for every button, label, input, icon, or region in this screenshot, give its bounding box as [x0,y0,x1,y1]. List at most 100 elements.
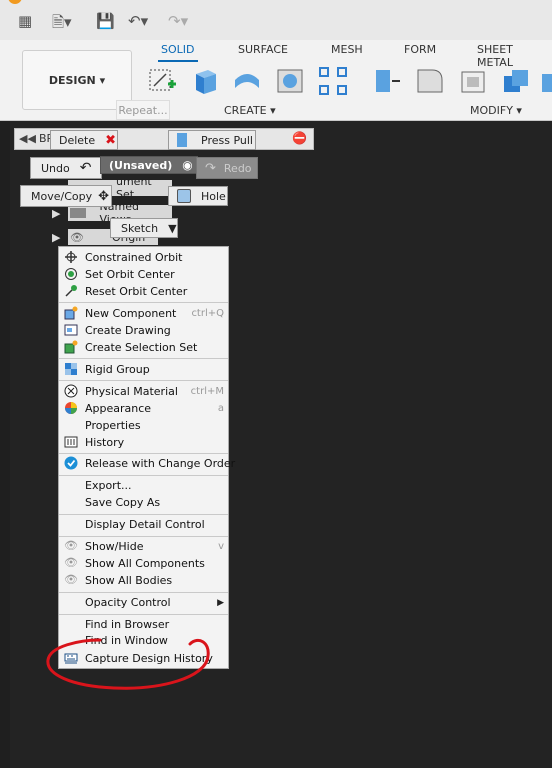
redo-label: Redo [223,161,252,175]
menu-item-new-component[interactable]: New Component ctrl+Q [59,305,228,322]
create-sketch-icon[interactable] [148,66,178,96]
sketch-button[interactable]: Sketch ▼ [110,218,178,238]
move-arrows-icon: ✥ [98,188,110,204]
move-copy-label: Move/Copy [31,189,93,203]
tab-active-indicator [158,60,198,62]
menu-item-physical-material[interactable]: Physical Material ctrl+M [59,383,228,400]
tab-mesh[interactable]: MESH [331,43,363,56]
hole-icon[interactable] [275,66,305,96]
file-icon[interactable]: 🗎▾ [52,12,72,37]
redo-icon[interactable]: ↷▾ [168,12,188,30]
pattern-icon[interactable] [318,66,348,96]
hole-label: Hole [201,189,226,203]
menu-item-label: Show All Bodies [85,574,173,587]
menu-item-constrained-orbit[interactable]: Constrained Orbit [59,249,228,266]
menu-item-label: Constrained Orbit [85,251,183,264]
undo-icon[interactable]: ↶▾ [128,12,148,30]
menu-item-history[interactable]: History [59,434,228,451]
press-pull-button[interactable]: Press Pull [168,130,256,150]
menu-separator [59,380,228,381]
menu-item-reset-orbit-center[interactable]: Reset Orbit Center [59,283,228,300]
menu-item-label: Display Detail Control [85,518,205,531]
menu-item-label: Show All Components [85,557,205,570]
menu-item-label: Appearance [85,402,152,415]
expand-arrow-icon[interactable]: ▶ [52,231,60,244]
eye-icon: 👁 [64,556,78,569]
undo-arrow-icon: ↶ [79,160,92,176]
menu-item-show-all-components[interactable]: 👁 Show All Components [59,555,228,572]
chevron-down-icon: ▼ [168,221,177,235]
folder-icon [70,208,86,218]
reset-orbit-icon [65,285,77,297]
create-group-label: CREATE [224,104,267,117]
drawing-icon [64,324,78,336]
press-pull-icon [177,133,187,147]
menu-item-opacity-control[interactable]: Opacity Control ▶ [59,594,228,611]
undo-button[interactable]: Undo ↶ [30,157,102,179]
menu-item-label: Show/Hide [85,540,144,553]
sketch-label: Sketch [121,221,159,235]
menu-item-label: Create Selection Set [85,341,198,354]
delete-button[interactable]: Delete ✖ [50,130,118,150]
tab-surface[interactable]: SURFACE [238,43,288,56]
history-icon [64,436,78,448]
menu-item-shortcut: ctrl+Q [191,308,224,319]
chevron-right-icon: ▶ [217,597,224,608]
red-annotation-circle [46,638,210,690]
menu-item-export[interactable]: Export... [59,477,228,494]
menu-item-label: Release with Change Order [85,457,236,470]
workspace-label: DESIGN [48,73,96,87]
combine-icon[interactable] [500,66,530,96]
shell-icon[interactable] [458,66,488,96]
physical-material-icon [64,384,78,398]
menu-item-show-hide[interactable]: 👁 Show/Hide v [59,538,228,555]
menu-item-save-copy-as[interactable]: Save Copy As [59,494,228,511]
eye-icon: 👁 [64,573,78,586]
minimize-browser-icon[interactable]: ⛔ [292,131,307,145]
unsaved-text: (Unsaved) [109,158,173,172]
menu-separator [59,514,228,515]
hole-button[interactable]: Hole [168,186,228,206]
menu-item-rigid-group[interactable]: Rigid Group [59,361,228,378]
tab-form[interactable]: FORM [404,43,436,56]
expand-arrow-icon[interactable]: ▶ [52,207,60,220]
menu-item-label: History [85,436,125,449]
tab-solid[interactable]: SOLID [161,43,194,56]
menu-item-create-selection-set[interactable]: Create Selection Set [59,339,228,356]
hole-icon [177,189,191,203]
repeat-button[interactable]: Repeat... [116,100,170,120]
menu-item-properties[interactable]: Properties [59,417,228,434]
eye-hidden-icon[interactable]: 👁 [70,231,84,244]
menu-item-label: Reset Orbit Center [85,285,188,298]
menu-item-label: Rigid Group [85,363,150,376]
extrude-icon[interactable] [190,66,220,96]
menu-item-set-orbit-center[interactable]: Set Orbit Center [59,266,228,283]
modify-group-dropdown[interactable]: MODIFY ▾ [470,104,522,117]
redo-button[interactable]: ↷ Redo [196,157,258,179]
modify-group-label: MODIFY [470,104,513,117]
menu-separator [59,592,228,593]
selection-set-icon [64,340,78,354]
menu-item-create-drawing[interactable]: Create Drawing [59,322,228,339]
radio-target-icon[interactable]: ◉ [182,158,192,172]
menu-item-show-all-bodies[interactable]: 👁 Show All Bodies [59,572,228,589]
redo-arrow-icon: ↷ [205,160,216,176]
menu-item-release-change-order[interactable]: Release with Change Order [59,455,235,472]
app-grid-icon[interactable]: ▦ [18,12,32,30]
fillet-icon[interactable] [414,66,444,96]
menu-item-display-detail-control[interactable]: Display Detail Control [59,516,228,533]
save-icon[interactable]: 💾 [96,12,115,30]
create-group-dropdown[interactable]: CREATE ▾ [224,104,276,117]
press-pull-label: Press Pull [201,133,253,147]
menu-separator [59,302,228,303]
scale-icon[interactable] [540,66,552,96]
release-icon [64,456,78,470]
press-pull-icon[interactable] [372,66,402,96]
move-copy-button[interactable]: Move/Copy ✥ [20,185,112,207]
collapse-browser-icon[interactable]: ◀◀ [19,132,36,145]
undo-label: Undo [41,161,70,175]
revolve-icon[interactable] [232,66,262,96]
menu-item-label: Set Orbit Center [85,268,175,281]
menu-item-appearance[interactable]: Appearance a [59,400,228,417]
tree-row-label: ument Set [116,175,152,201]
